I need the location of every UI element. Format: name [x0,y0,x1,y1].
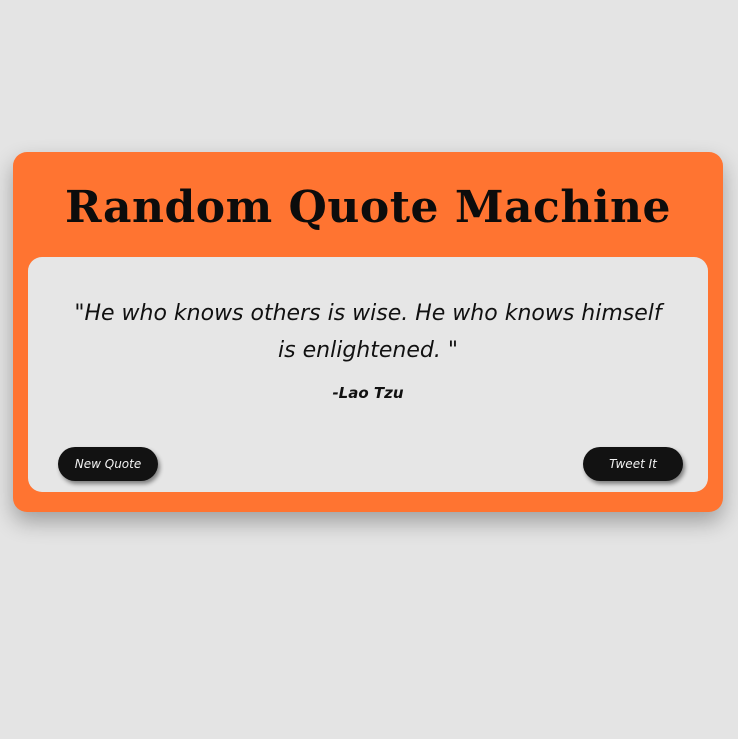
quote-text: "He who knows others is wise. He who kno… [74,301,662,363]
quote-box: "He who knows others is wise. He who kno… [28,257,708,492]
quote-machine-card: Random Quote Machine "He who knows other… [13,152,723,512]
new-quote-button[interactable]: New Quote [58,447,158,481]
app-title: Random Quote Machine [64,182,672,233]
tweet-button[interactable]: Tweet It [583,447,683,481]
quote-author: -Lao Tzu [332,384,404,402]
